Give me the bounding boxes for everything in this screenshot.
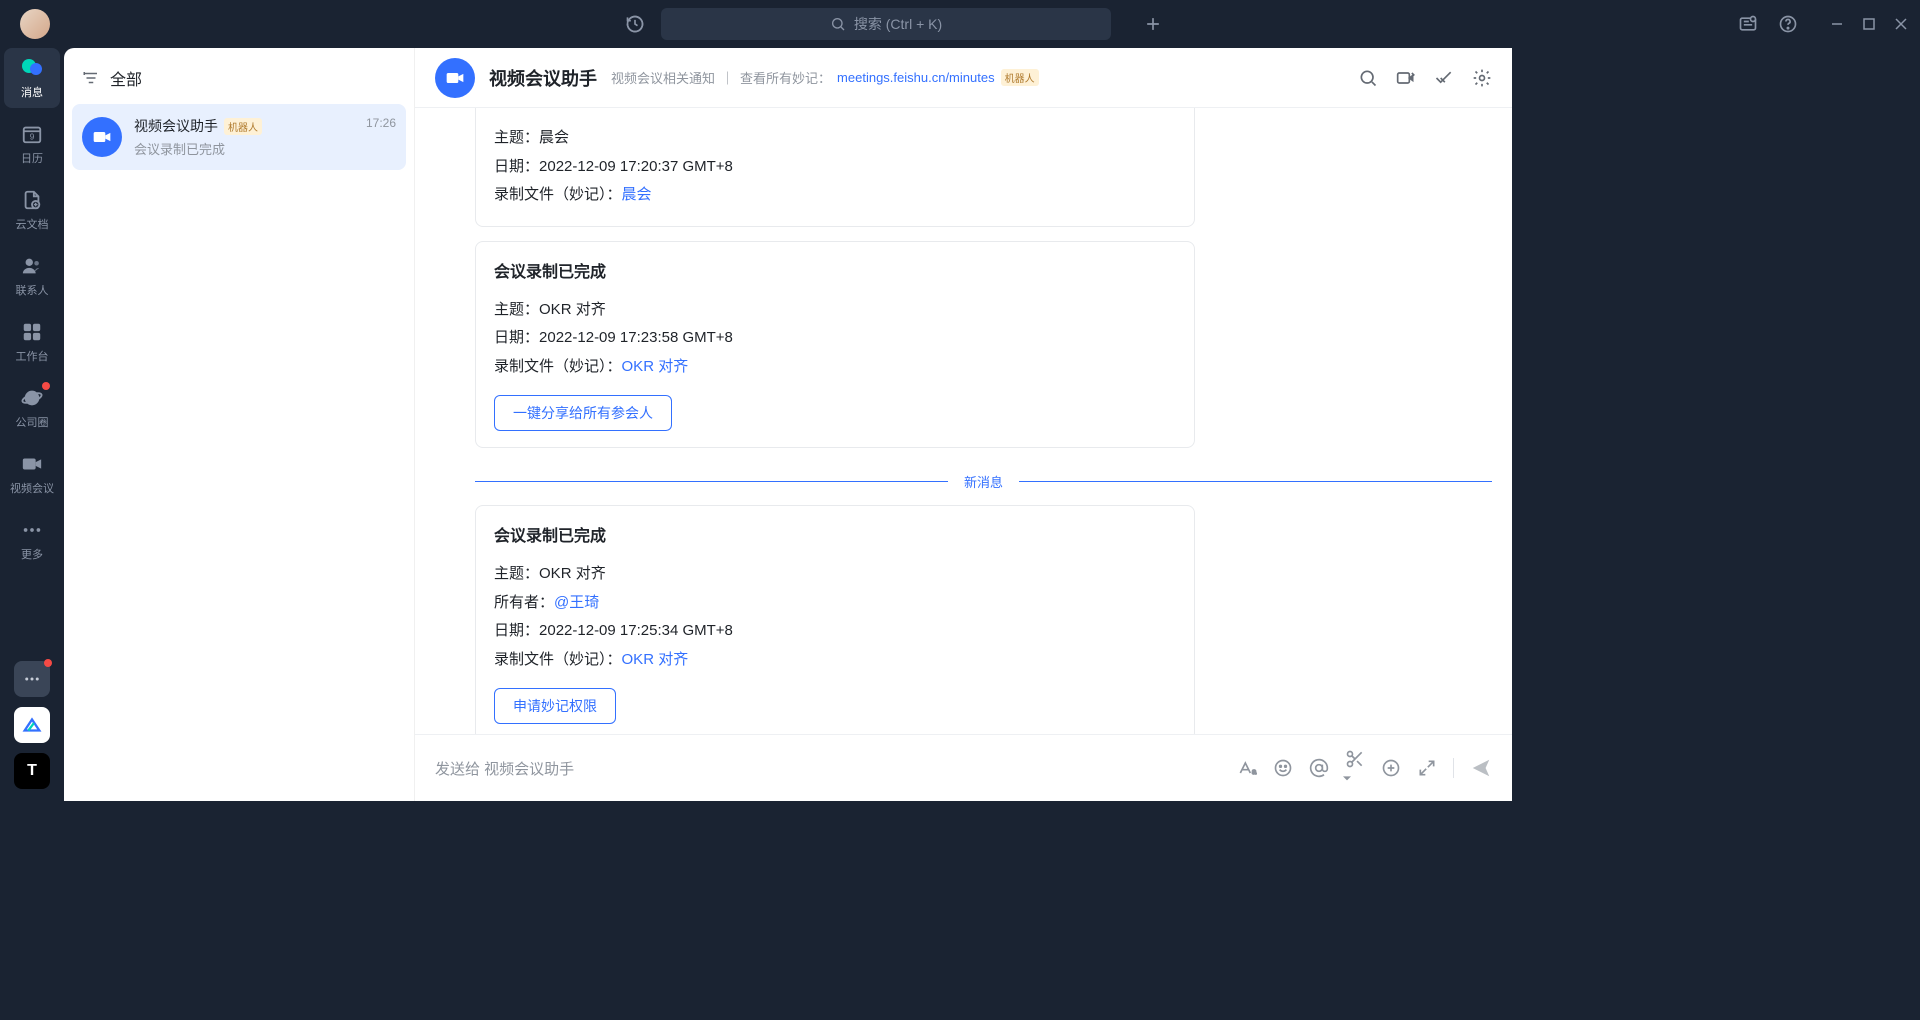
sidebar-bottom: T — [14, 661, 50, 789]
chat-header-avatar — [435, 58, 475, 98]
topbar-center: 搜索 (Ctrl + K) — [50, 8, 1738, 40]
request-permission-button[interactable]: 申请妙记权限 — [494, 688, 616, 724]
divider-label: 新消息 — [948, 472, 1019, 491]
bot-badge: 机器人 — [224, 118, 262, 135]
nav-video[interactable]: 视频会议 — [4, 444, 60, 504]
composer: 发送给 视频会议助手 a — [415, 734, 1512, 801]
chat-header-actions — [1358, 68, 1492, 88]
search-in-chat-icon[interactable] — [1358, 68, 1378, 88]
nav-label: 消息 — [21, 84, 43, 100]
emoji-icon[interactable] — [1273, 758, 1293, 778]
search-icon — [830, 16, 846, 32]
nav-label: 视频会议 — [10, 480, 54, 496]
close-icon[interactable] — [1894, 17, 1908, 31]
composer-toolbar: a — [1237, 749, 1492, 787]
nav-more[interactable]: 更多 — [4, 510, 60, 570]
chat-main: 视频会议助手 视频会议相关通知 ｜ 查看所有妙记： meetings.feish… — [414, 48, 1512, 801]
chat-list-item[interactable]: 视频会议助手 机器人 会议录制已完成 17:26 — [72, 104, 406, 170]
nav-label: 工作台 — [16, 348, 49, 364]
contacts-icon — [20, 254, 44, 278]
calendar-icon: 9 — [20, 122, 44, 146]
checkmark-icon[interactable] — [1434, 68, 1454, 88]
nav-label: 公司圈 — [16, 414, 49, 430]
message-card: 会议录制已完成 主题：OKR 对齐 日期：2022-12-09 17:23:58… — [475, 241, 1195, 449]
notification-dot — [44, 659, 52, 667]
send-icon[interactable] — [1470, 757, 1492, 779]
chat-header-title: 视频会议助手 — [489, 65, 597, 91]
notification-icon[interactable] — [1738, 14, 1758, 34]
new-message-divider: 新消息 — [475, 472, 1492, 491]
chat-list-panel: 全部 视频会议助手 机器人 会议录制已完成 17:26 — [64, 48, 414, 801]
message-card: 会议录制已完成 主题：OKR 对齐 所有者：@王琦 日期：2022-12-09 … — [475, 505, 1195, 734]
minutes-link[interactable]: meetings.feishu.cn/minutes — [837, 70, 995, 85]
user-avatar[interactable] — [20, 9, 50, 39]
message-list: 主题：晨会 日期：2022-12-09 17:20:37 GMT+8 录制文件（… — [415, 108, 1512, 734]
chat-avatar — [82, 117, 122, 157]
font-icon[interactable]: a — [1237, 758, 1257, 778]
grid-icon — [20, 320, 44, 344]
nav-label: 云文档 — [16, 216, 49, 232]
more-icon — [20, 518, 44, 542]
owner-link[interactable]: @王琦 — [554, 594, 599, 611]
titlebar: 搜索 (Ctrl + K) — [0, 0, 1920, 48]
share-button[interactable]: 一键分享给所有参会人 — [494, 395, 672, 431]
recording-link[interactable]: 晨会 — [622, 186, 652, 203]
card-title: 会议录制已完成 — [494, 522, 1176, 546]
nav-moments[interactable]: 公司圈 — [4, 378, 60, 438]
panel-header: 全部 — [72, 60, 406, 104]
nav-label: 更多 — [21, 546, 43, 562]
recording-link[interactable]: OKR 对齐 — [622, 358, 689, 375]
notification-dot — [42, 382, 50, 390]
nav-label: 联系人 — [16, 282, 49, 298]
message-input[interactable]: 发送给 视频会议助手 — [435, 758, 1223, 779]
bot-badge: 机器人 — [1001, 69, 1039, 86]
chat-header: 视频会议助手 视频会议相关通知 ｜ 查看所有妙记： meetings.feish… — [415, 48, 1512, 108]
window-controls — [1830, 17, 1908, 31]
search-placeholder: 搜索 (Ctrl + K) — [854, 14, 942, 34]
letter-badge: T — [27, 762, 37, 780]
maximize-icon[interactable] — [1862, 17, 1876, 31]
expand-icon[interactable] — [1417, 758, 1437, 778]
docs-icon — [20, 188, 44, 212]
scissors-icon[interactable] — [1345, 749, 1365, 787]
chat-preview: 会议录制已完成 — [134, 139, 354, 158]
recording-link[interactable]: OKR 对齐 — [622, 651, 689, 668]
filter-icon[interactable] — [82, 69, 100, 87]
history-icon[interactable] — [625, 14, 645, 34]
chat-info: 视频会议助手 机器人 会议录制已完成 — [134, 116, 354, 158]
app-shortcut-3[interactable]: T — [14, 753, 50, 789]
sidebar: 消息 9 日历 云文档 联系人 工作台 公司圈 视频会议 更多 — [0, 0, 64, 801]
video-icon — [92, 127, 112, 147]
search-input[interactable]: 搜索 (Ctrl + K) — [661, 8, 1111, 40]
nav-contacts[interactable]: 联系人 — [4, 246, 60, 306]
message-card: 主题：晨会 日期：2022-12-09 17:20:37 GMT+8 录制文件（… — [475, 108, 1195, 227]
nav-label: 日历 — [21, 150, 43, 166]
minimize-icon[interactable] — [1830, 17, 1844, 31]
video-icon — [445, 68, 465, 88]
app-shortcut-1[interactable] — [14, 661, 50, 697]
chat-time: 17:26 — [366, 116, 396, 130]
nav-workspace[interactable]: 工作台 — [4, 312, 60, 372]
app-shortcut-2[interactable] — [14, 707, 50, 743]
topbar-right — [1738, 14, 1908, 34]
svg-text:9: 9 — [30, 133, 35, 142]
nav-messages[interactable]: 消息 — [4, 48, 60, 108]
add-icon[interactable] — [1381, 758, 1401, 778]
help-icon[interactable] — [1778, 14, 1798, 34]
nav-calendar[interactable]: 9 日历 — [4, 114, 60, 174]
card-title: 会议录制已完成 — [494, 258, 1176, 282]
mention-icon[interactable] — [1309, 758, 1329, 778]
planet-icon — [20, 386, 44, 410]
video-call-icon[interactable] — [1396, 68, 1416, 88]
svg-text:a: a — [1252, 767, 1257, 776]
chat-header-subtitle: 视频会议相关通知 ｜ 查看所有妙记： meetings.feishu.cn/mi… — [611, 68, 1039, 87]
nav-docs[interactable]: 云文档 — [4, 180, 60, 240]
settings-icon[interactable] — [1472, 68, 1492, 88]
plus-icon[interactable] — [1143, 14, 1163, 34]
panel-title: 全部 — [110, 66, 142, 90]
chat-bubble-icon — [20, 56, 44, 80]
chat-title: 视频会议助手 — [134, 116, 218, 136]
video-icon — [20, 452, 44, 476]
